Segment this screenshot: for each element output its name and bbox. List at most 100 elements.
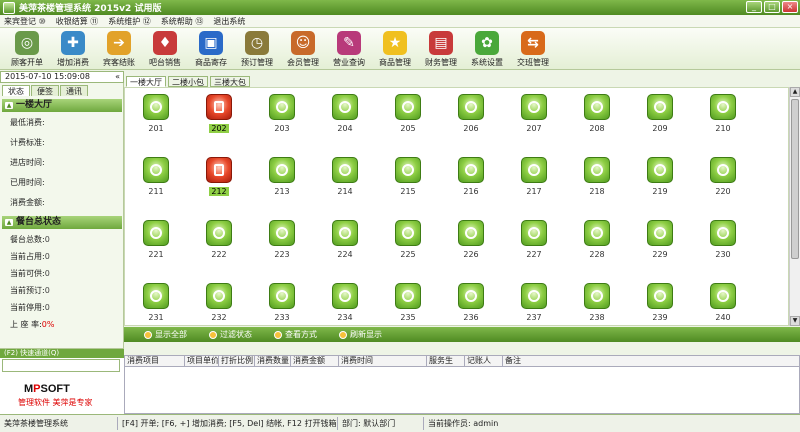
vacant-table-icon: [143, 94, 169, 120]
col-waiter[interactable]: 服务生: [427, 356, 465, 366]
room-tile[interactable]: 219: [640, 157, 680, 203]
finance-button[interactable]: ▤ 财务管理: [418, 30, 464, 69]
col-discount[interactable]: 打折比例: [219, 356, 255, 366]
col-time[interactable]: 消费时间: [339, 356, 427, 366]
room-tile[interactable]: 238: [577, 283, 617, 329]
scroll-up-icon[interactable]: ▲: [790, 87, 800, 97]
close-button[interactable]: ×: [782, 1, 798, 13]
bar-sales-button[interactable]: ♦ 吧台销售: [142, 30, 188, 69]
room-tile[interactable]: 228: [577, 220, 617, 266]
minimize-button[interactable]: _: [746, 1, 762, 13]
room-tile[interactable]: 220: [703, 157, 743, 203]
room-tile[interactable]: 225: [388, 220, 428, 266]
refresh-label: 刷新显示: [350, 330, 382, 339]
room-tile[interactable]: 204: [325, 94, 365, 140]
vacant-table-icon: [269, 157, 295, 183]
tab-floor-1[interactable]: 一楼大厅: [126, 76, 166, 87]
ring-icon: [402, 227, 414, 239]
room-grid-scrollbar[interactable]: ▲ ▼: [789, 87, 800, 326]
room-tile[interactable]: 209: [640, 94, 680, 140]
open-order-button[interactable]: ◎ 顾客开单: [4, 30, 50, 69]
menu-checkout[interactable]: 收银结算 ⑪: [56, 16, 99, 27]
checkout-button[interactable]: ➔ 宾客结账: [96, 30, 142, 69]
room-tile[interactable]: 235: [388, 283, 428, 329]
scroll-down-icon[interactable]: ▼: [790, 316, 800, 326]
room-tile[interactable]: 212: [199, 157, 239, 203]
col-item[interactable]: 消费项目: [125, 356, 185, 366]
col-unit-price[interactable]: 项目单价: [185, 356, 219, 366]
consumption-table[interactable]: 消费项目 项目单价 打折比例 消费数量 消费金额 消费时间 服务生 记账人 备注: [124, 355, 800, 414]
tab-status[interactable]: 状态: [2, 85, 30, 96]
room-tile[interactable]: 239: [640, 283, 680, 329]
room-tile[interactable]: 224: [325, 220, 365, 266]
room-tile[interactable]: 226: [451, 220, 491, 266]
goods-storage-button[interactable]: ▣ 商品寄存: [188, 30, 234, 69]
vacant-table-icon: [143, 220, 169, 246]
room-tile[interactable]: 240: [703, 283, 743, 329]
scroll-thumb[interactable]: [791, 99, 799, 259]
menu-maintenance[interactable]: 系统维护 ⑫: [108, 16, 151, 27]
goods-button[interactable]: ★ 商品管理: [372, 30, 418, 69]
col-remark[interactable]: 备注: [503, 356, 799, 366]
room-tile[interactable]: 205: [388, 94, 428, 140]
room-tile[interactable]: 214: [325, 157, 365, 203]
room-tile[interactable]: 211: [136, 157, 176, 203]
col-recorder[interactable]: 记账人: [465, 356, 503, 366]
room-tile[interactable]: 218: [577, 157, 617, 203]
room-tile[interactable]: 227: [514, 220, 554, 266]
room-tile[interactable]: 237: [514, 283, 554, 329]
room-tile[interactable]: 230: [703, 220, 743, 266]
tab-notes[interactable]: 便签: [31, 85, 59, 96]
ring-icon: [339, 290, 351, 302]
room-tile[interactable]: 223: [262, 220, 302, 266]
room-tile[interactable]: 210: [703, 94, 743, 140]
member-button[interactable]: ☺ 会员管理: [280, 30, 326, 69]
room-tile[interactable]: 216: [451, 157, 491, 203]
col-quantity[interactable]: 消费数量: [255, 356, 291, 366]
room-tile[interactable]: 215: [388, 157, 428, 203]
quick-entry-input[interactable]: [2, 359, 120, 372]
room-tile[interactable]: 234: [325, 283, 365, 329]
room-number: 222: [211, 250, 227, 259]
vacant-table-icon: [521, 94, 547, 120]
menu-exit[interactable]: 退出系统: [213, 16, 245, 27]
business-query-button[interactable]: ✎ 营业查询: [326, 30, 372, 69]
room-tile[interactable]: 236: [451, 283, 491, 329]
maximize-button[interactable]: □: [764, 1, 780, 13]
tab-messages[interactable]: 通讯: [60, 85, 88, 96]
room-tile[interactable]: 201: [136, 94, 176, 140]
room-tile[interactable]: 222: [199, 220, 239, 266]
refresh-button[interactable]: 刷新显示: [339, 329, 382, 340]
section-hall-header[interactable]: ▲ 一楼大厅: [2, 99, 122, 112]
room-tile[interactable]: 213: [262, 157, 302, 203]
tab-floor-3[interactable]: 三楼大包: [210, 76, 250, 87]
collapse-panel-icon[interactable]: «: [115, 72, 120, 82]
col-amount[interactable]: 消费金额: [291, 356, 339, 366]
add-consumption-button[interactable]: ✚ 增加消费: [50, 30, 96, 69]
vacant-table-icon: [332, 220, 358, 246]
booking-button[interactable]: ◷ 预订管理: [234, 30, 280, 69]
room-tile[interactable]: 231: [136, 283, 176, 329]
section-table-status-header[interactable]: ▲ 餐台总状态: [2, 216, 122, 229]
shift-handover-button[interactable]: ⇆ 交班管理: [510, 30, 556, 69]
room-tile[interactable]: 233: [262, 283, 302, 329]
room-tile[interactable]: 229: [640, 220, 680, 266]
tab-floor-2[interactable]: 二楼小包: [168, 76, 208, 87]
room-tile[interactable]: 221: [136, 220, 176, 266]
filter-status-button[interactable]: 过滤状态: [209, 329, 252, 340]
room-number: 208: [589, 124, 605, 133]
room-tile[interactable]: 202: [199, 94, 239, 140]
checkout-label: 宾客结账: [103, 58, 135, 67]
room-tile[interactable]: 208: [577, 94, 617, 140]
logo-text-soft: SOFT: [40, 383, 70, 395]
menu-guest-register[interactable]: 来宾登记 ⑩: [4, 16, 46, 27]
room-tile[interactable]: 203: [262, 94, 302, 140]
show-all-button[interactable]: 显示全部: [144, 329, 187, 340]
room-tile[interactable]: 217: [514, 157, 554, 203]
room-tile[interactable]: 206: [451, 94, 491, 140]
menu-help[interactable]: 系统帮助 ⑬: [161, 16, 204, 27]
system-settings-button[interactable]: ✿ 系统设置: [464, 30, 510, 69]
room-tile[interactable]: 207: [514, 94, 554, 140]
room-tile[interactable]: 232: [199, 283, 239, 329]
view-mode-button[interactable]: 查看方式: [274, 329, 317, 340]
